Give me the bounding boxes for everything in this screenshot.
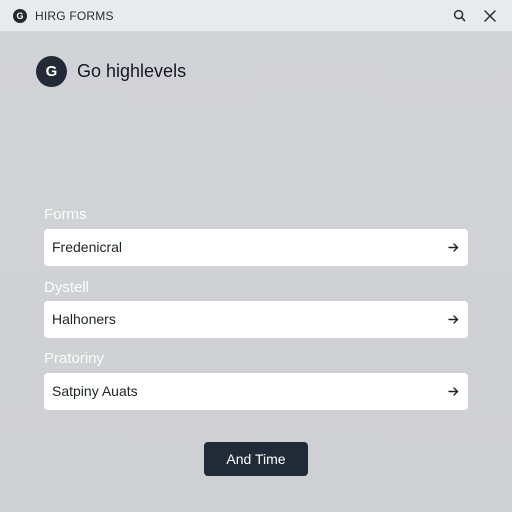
page-title: Go highlevels: [77, 61, 187, 81]
search-icon: [453, 9, 466, 22]
list-item-label: Halhoners: [52, 311, 116, 327]
arrow-right-icon: [447, 313, 460, 326]
section-label-forms: Forms: [44, 206, 87, 223]
close-button[interactable]: [480, 6, 500, 26]
title-bar: G HIRG FORMS: [0, 0, 512, 32]
app-title: HIRG FORMS: [35, 9, 114, 23]
arrow-right-icon: [447, 385, 460, 398]
list-item-label: Satpiny Auats: [52, 383, 138, 399]
list-item-button[interactable]: Halhoners: [44, 301, 468, 338]
list-item-button[interactable]: Fredenicral: [44, 229, 468, 266]
section-label-dystell: Dystell: [44, 279, 90, 296]
app-logo-icon: G: [13, 9, 27, 23]
primary-action-button[interactable]: And Time: [204, 442, 308, 476]
header-logo-icon: G: [36, 56, 67, 87]
close-icon: [484, 10, 496, 22]
search-button[interactable]: [450, 6, 470, 26]
arrow-right-icon: [447, 241, 460, 254]
list-item-button[interactable]: Satpiny Auats: [44, 373, 468, 410]
section-label-pratoriny: Pratoriny: [44, 350, 105, 367]
list-item-label: Fredenicral: [52, 239, 123, 255]
